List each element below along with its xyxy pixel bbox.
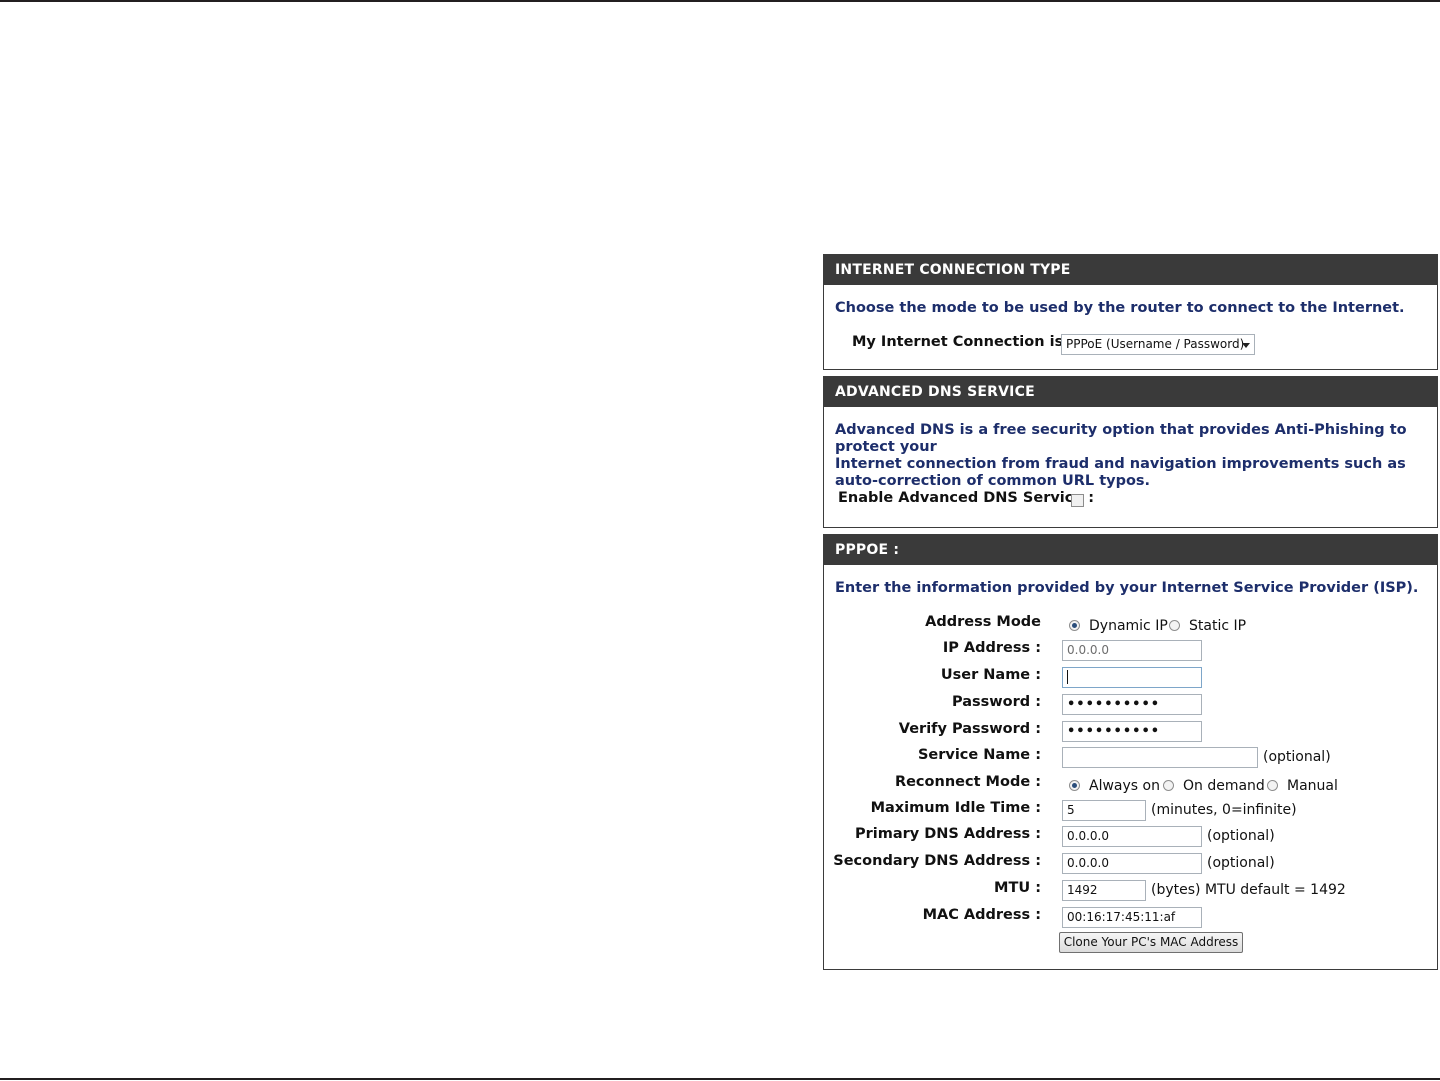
mac-address-input[interactable]: 00:16:17:45:11:af (1062, 907, 1202, 928)
manual-label: Manual (1287, 778, 1338, 794)
user-name-input[interactable] (1062, 667, 1202, 688)
mtu-hint: (bytes) MTU default = 1492 (1151, 882, 1346, 898)
service-name-input[interactable] (1062, 747, 1258, 768)
pppoe-panel: PPPOE : Enter the information provided b… (823, 534, 1438, 970)
verify-password-mask: •••••••••• (1067, 724, 1161, 739)
ip-address-label: IP Address : (942, 640, 1041, 656)
service-name-hint: (optional) (1263, 749, 1331, 765)
secondary-dns-hint: (optional) (1207, 855, 1275, 871)
user-name-label: User Name : (940, 667, 1041, 683)
page-top-rule (0, 0, 1440, 2)
password-mask: •••••••••• (1067, 697, 1161, 712)
always-on-radio[interactable] (1069, 780, 1080, 791)
enable-advanced-dns-checkbox[interactable] (1071, 494, 1084, 507)
max-idle-time-hint: (minutes, 0=infinite) (1151, 802, 1297, 818)
reconnect-mode-label: Reconnect Mode : (894, 774, 1041, 790)
chevron-down-icon (1242, 343, 1250, 348)
max-idle-time-input[interactable]: 5 (1062, 800, 1146, 821)
ip-address-input[interactable]: 0.0.0.0 (1062, 640, 1202, 661)
on-demand-radio[interactable] (1163, 780, 1174, 791)
description-line: Advanced DNS is a free security option t… (835, 422, 1407, 455)
panel-description: Enter the information provided by your I… (835, 580, 1419, 596)
clone-mac-address-button[interactable]: Clone Your PC's MAC Address (1059, 932, 1243, 953)
enable-advanced-dns-label: Enable Advanced DNS Service : (838, 490, 1095, 506)
static-ip-radio[interactable] (1169, 620, 1180, 631)
panel-header: PPPOE : (824, 535, 1437, 565)
manual-radio[interactable] (1267, 780, 1278, 791)
mtu-input[interactable]: 1492 (1062, 880, 1146, 901)
secondary-dns-label: Secondary DNS Address : (833, 853, 1041, 869)
verify-password-label: Verify Password : (898, 721, 1041, 737)
max-idle-time-label: Maximum Idle Time : (870, 800, 1041, 816)
panel-header: ADVANCED DNS SERVICE (824, 377, 1437, 407)
secondary-dns-input[interactable]: 0.0.0.0 (1062, 853, 1202, 874)
internet-connection-panel: INTERNET CONNECTION TYPE Choose the mode… (823, 254, 1438, 370)
on-demand-label: On demand (1183, 778, 1265, 794)
always-on-label: Always on (1089, 778, 1160, 794)
service-name-label: Service Name : (917, 747, 1041, 763)
connection-type-label: My Internet Connection is : (852, 334, 1075, 350)
mac-address-label: MAC Address : (922, 907, 1041, 923)
static-ip-label: Static IP (1189, 618, 1247, 634)
dynamic-ip-label: Dynamic IP (1089, 618, 1168, 634)
connection-type-value: PPPoE (Username / Password) (1066, 337, 1245, 351)
dynamic-ip-radio[interactable] (1069, 620, 1080, 631)
primary-dns-hint: (optional) (1207, 828, 1275, 844)
description-line: Internet connection from fraud and navig… (835, 456, 1406, 472)
password-input[interactable]: •••••••••• (1062, 694, 1202, 715)
password-label: Password : (951, 694, 1041, 710)
advanced-dns-panel: ADVANCED DNS SERVICE Advanced DNS is a f… (823, 376, 1438, 528)
page-bottom-rule (0, 1078, 1440, 1080)
text-caret (1067, 669, 1068, 684)
verify-password-input[interactable]: •••••••••• (1062, 721, 1202, 742)
primary-dns-label: Primary DNS Address : (854, 826, 1041, 842)
primary-dns-input[interactable]: 0.0.0.0 (1062, 826, 1202, 847)
panel-header: INTERNET CONNECTION TYPE (824, 255, 1437, 285)
mtu-label: MTU : (994, 880, 1041, 896)
panel-description: Choose the mode to be used by the router… (835, 300, 1405, 316)
description-line: auto-correction of common URL typos. (835, 473, 1151, 489)
address-mode-label: Address Mode (925, 614, 1041, 630)
panel-description: Advanced DNS is a free security option t… (835, 422, 1437, 490)
connection-type-select[interactable]: PPPoE (Username / Password) (1061, 334, 1255, 355)
